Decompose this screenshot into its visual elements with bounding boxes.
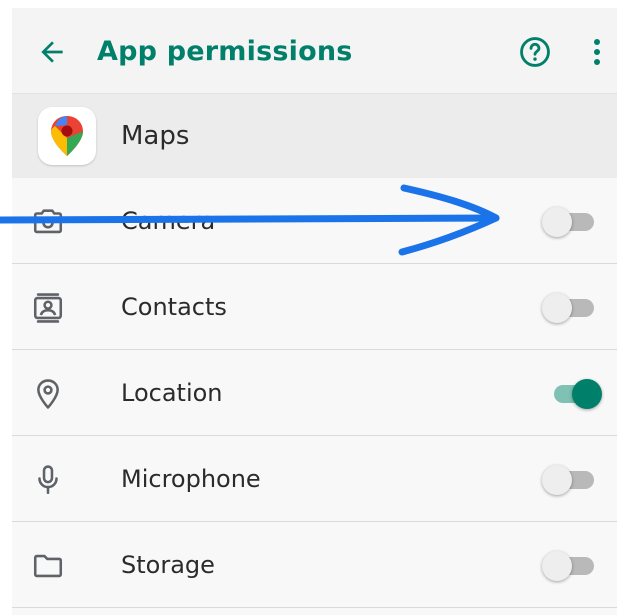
microphone-toggle[interactable] [542, 462, 606, 498]
permission-label: Location [121, 379, 223, 407]
toggle-thumb [542, 207, 572, 237]
location-toggle[interactable] [542, 376, 606, 412]
app-bar: App permissions [12, 8, 617, 94]
google-maps-logo [51, 116, 83, 156]
permission-label: Contacts [121, 293, 227, 321]
more-vert-icon [594, 39, 600, 65]
camera-icon [30, 204, 66, 240]
storage-toggle[interactable] [542, 548, 606, 584]
contacts-toggle[interactable] [542, 290, 606, 326]
microphone-icon [30, 462, 66, 498]
permission-row-contacts[interactable]: Contacts [12, 264, 617, 350]
permission-row-camera[interactable]: Camera [12, 178, 617, 264]
location-pin-icon [30, 376, 66, 412]
toggle-thumb [572, 379, 602, 409]
toggle-thumb [542, 551, 572, 581]
camera-toggle[interactable] [542, 204, 606, 240]
permission-label: Camera [121, 207, 216, 235]
permission-row-location[interactable]: Location [12, 350, 617, 436]
page-title: App permissions [97, 36, 353, 67]
back-button[interactable] [30, 32, 74, 72]
folder-icon [30, 548, 66, 584]
toggle-thumb [542, 465, 572, 495]
permission-label: Storage [121, 551, 215, 579]
app-name: Maps [121, 121, 190, 151]
arrow-back-icon [41, 41, 63, 63]
help-circle-icon [520, 37, 550, 67]
app-header: Maps [12, 94, 617, 178]
app-logo [38, 107, 96, 165]
permission-row-storage[interactable]: Storage [12, 522, 617, 608]
permission-list: Camera Contacts Location Microphone Stor… [12, 178, 617, 608]
help-button[interactable] [513, 30, 557, 74]
app-permissions-screen: App permissions Maps Camera Contacts Loc… [12, 8, 617, 615]
toggle-thumb [542, 293, 572, 323]
more-options-button[interactable] [580, 30, 614, 74]
permission-row-microphone[interactable]: Microphone [12, 436, 617, 522]
permission-label: Microphone [121, 465, 261, 493]
contacts-icon [30, 290, 66, 326]
